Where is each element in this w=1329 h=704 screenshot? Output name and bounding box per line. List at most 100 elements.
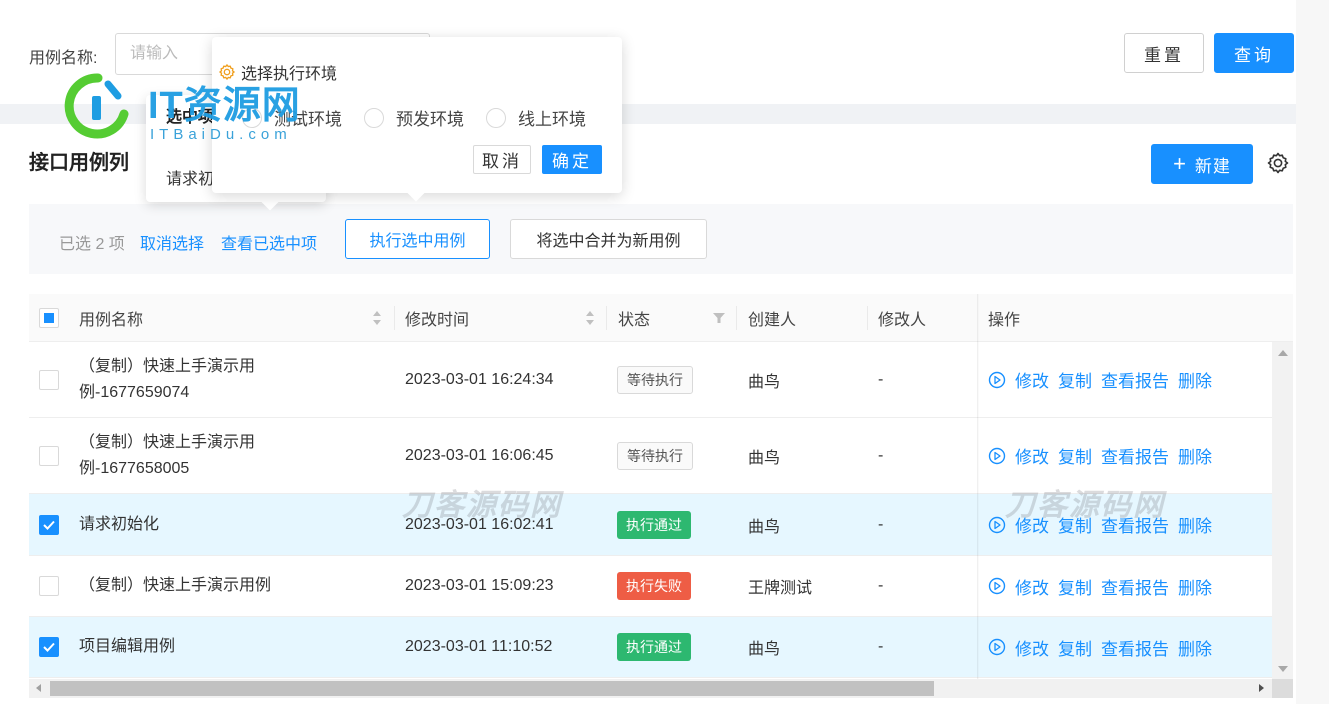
row-select-cell bbox=[39, 418, 59, 493]
run-play-icon[interactable] bbox=[988, 447, 1006, 465]
case-name-line: 例-1677658005 bbox=[79, 459, 190, 477]
case-name-cell: 请求初始化 bbox=[79, 494, 159, 555]
watermark-text: 刀客源码网 bbox=[402, 489, 562, 522]
new-case-label: 新建 bbox=[1194, 156, 1231, 176]
scroll-down-arrow-icon[interactable] bbox=[1278, 666, 1288, 672]
action-delete-link[interactable]: 删除 bbox=[1178, 367, 1212, 392]
action-copy-link[interactable]: 复制 bbox=[1058, 443, 1092, 468]
horizontal-scroll-thumb[interactable] bbox=[50, 681, 934, 696]
status-cell: 等待执行 bbox=[617, 342, 693, 417]
row-checkbox[interactable] bbox=[39, 637, 59, 657]
creator: 曲鸟 bbox=[748, 641, 781, 658]
row-select-cell bbox=[39, 342, 59, 417]
status-badge: 等待执行 bbox=[617, 365, 693, 394]
watermark-logo-sub: ITBaiDu.com bbox=[150, 126, 292, 143]
modified-time: 2023-03-01 15:09:23 bbox=[405, 577, 554, 594]
scroll-right-arrow-icon[interactable] bbox=[1259, 684, 1264, 692]
table-header: 用例名称 修改时间 状态 创建人 修改人 操作 bbox=[29, 294, 1293, 342]
action-view-report-link[interactable]: 查看报告 bbox=[1101, 367, 1169, 392]
modifier: - bbox=[878, 577, 884, 594]
action-delete-link[interactable]: 删除 bbox=[1178, 635, 1212, 660]
modifier: - bbox=[878, 370, 884, 388]
action-delete-link[interactable]: 删除 bbox=[1178, 574, 1212, 599]
action-edit-link[interactable]: 修改 bbox=[1015, 574, 1049, 599]
action-view-report-link[interactable]: 查看报告 bbox=[1101, 635, 1169, 660]
action-view-report-link[interactable]: 查看报告 bbox=[1101, 574, 1169, 599]
scroll-up-arrow-icon[interactable] bbox=[1278, 350, 1288, 356]
run-play-icon[interactable] bbox=[988, 577, 1006, 595]
action-edit-link[interactable]: 修改 bbox=[1015, 635, 1049, 660]
column-header-creator: 创建人 bbox=[748, 312, 797, 329]
view-selected-link[interactable]: 查看已选中项 bbox=[221, 230, 317, 254]
action-copy-link[interactable]: 复制 bbox=[1058, 574, 1092, 599]
reset-button[interactable]: 重置 bbox=[1124, 33, 1204, 73]
horizontal-scrollbar[interactable] bbox=[29, 679, 1272, 698]
run-play-icon[interactable] bbox=[988, 516, 1006, 534]
scroll-left-arrow-icon[interactable] bbox=[36, 684, 41, 692]
status-badge: 执行通过 bbox=[617, 633, 691, 661]
gear-icon[interactable] bbox=[1266, 151, 1290, 175]
row-checkbox[interactable] bbox=[39, 514, 59, 535]
cancel-selection-link[interactable]: 取消选择 bbox=[140, 230, 204, 254]
radio-label: 线上环境 bbox=[518, 110, 586, 129]
row-checkbox[interactable] bbox=[39, 576, 59, 596]
case-name: （复制）快速上手演示用例 bbox=[79, 577, 272, 594]
fixed-column-shadow bbox=[977, 294, 979, 680]
selected-popover-item: 请求初 bbox=[166, 171, 215, 188]
sort-icon[interactable] bbox=[372, 309, 382, 327]
scrollbar-corner bbox=[1272, 679, 1293, 698]
action-copy-link[interactable]: 复制 bbox=[1058, 635, 1092, 660]
new-case-button[interactable]: + 新建 bbox=[1151, 144, 1253, 184]
vertical-scrollbar[interactable] bbox=[1272, 342, 1293, 680]
column-divider bbox=[736, 306, 737, 330]
row-select-cell bbox=[39, 556, 59, 616]
action-delete-link[interactable]: 删除 bbox=[1178, 512, 1212, 537]
column-header-status[interactable]: 状态 bbox=[618, 294, 650, 342]
table-row[interactable]: （复制）快速上手演示用例 2023-03-01 15:09:23 执行失败 王牌… bbox=[29, 556, 1293, 617]
action-edit-link[interactable]: 修改 bbox=[1015, 367, 1049, 392]
column-header-modifier: 修改人 bbox=[878, 312, 927, 329]
radio-circle[interactable] bbox=[364, 107, 384, 128]
row-select-cell bbox=[39, 494, 59, 555]
query-button[interactable]: 查询 bbox=[1214, 33, 1294, 73]
column-header-time[interactable]: 修改时间 bbox=[405, 294, 469, 342]
column-divider bbox=[867, 306, 868, 330]
env-radio-production[interactable]: 线上环境 bbox=[486, 105, 586, 130]
row-checkbox[interactable] bbox=[39, 369, 59, 390]
watermark-logo-icon bbox=[64, 73, 129, 139]
status-badge: 执行通过 bbox=[617, 510, 691, 539]
sort-icon[interactable] bbox=[585, 309, 595, 327]
column-header-name[interactable]: 用例名称 bbox=[79, 294, 143, 342]
case-name: 请求初始化 bbox=[79, 515, 160, 533]
action-delete-link[interactable]: 删除 bbox=[1178, 443, 1212, 468]
row-select-cell bbox=[39, 617, 59, 677]
status-cell: 执行通过 bbox=[617, 494, 691, 555]
run-play-icon[interactable] bbox=[988, 371, 1006, 389]
row-checkbox[interactable] bbox=[39, 445, 59, 466]
radio-label: 预发环境 bbox=[396, 110, 464, 129]
table-row[interactable]: 项目编辑用例 2023-03-01 11:10:52 执行通过 曲鸟 - 修改复… bbox=[29, 617, 1293, 678]
filter-icon[interactable] bbox=[712, 312, 726, 324]
env-cancel-button[interactable]: 取消 bbox=[473, 145, 531, 174]
page-gutter bbox=[1296, 0, 1329, 704]
action-copy-link[interactable]: 复制 bbox=[1058, 367, 1092, 392]
table-row[interactable]: （复制）快速上手演示用 例-1677659074 2023-03-01 16:24… bbox=[29, 342, 1293, 418]
status-cell: 执行失败 bbox=[617, 556, 691, 616]
modified-time: 2023-03-01 11:10:52 bbox=[405, 638, 553, 655]
select-all-checkbox[interactable] bbox=[39, 308, 59, 328]
radio-circle[interactable] bbox=[486, 107, 506, 128]
case-name: 项目编辑用例 bbox=[79, 638, 176, 655]
action-edit-link[interactable]: 修改 bbox=[1015, 443, 1049, 468]
row-actions: 修改 复制 查看报告 删除 bbox=[988, 556, 1212, 616]
env-confirm-button[interactable]: 确定 bbox=[542, 145, 602, 174]
action-view-report-link[interactable]: 查看报告 bbox=[1101, 443, 1169, 468]
run-play-icon[interactable] bbox=[988, 638, 1006, 656]
case-name-cell: （复制）快速上手演示用例 bbox=[79, 556, 271, 616]
env-radio-staging[interactable]: 预发环境 bbox=[364, 105, 464, 130]
merge-selected-button[interactable]: 将选中合并为新用例 bbox=[510, 219, 707, 259]
case-name-cell: （复制）快速上手演示用 例-1677658005 bbox=[79, 418, 255, 493]
modifier: - bbox=[878, 446, 884, 464]
creator: 王牌测试 bbox=[748, 580, 813, 597]
selected-count: 已选 2 项 bbox=[59, 236, 125, 253]
run-selected-button[interactable]: 执行选中用例 bbox=[345, 219, 490, 259]
